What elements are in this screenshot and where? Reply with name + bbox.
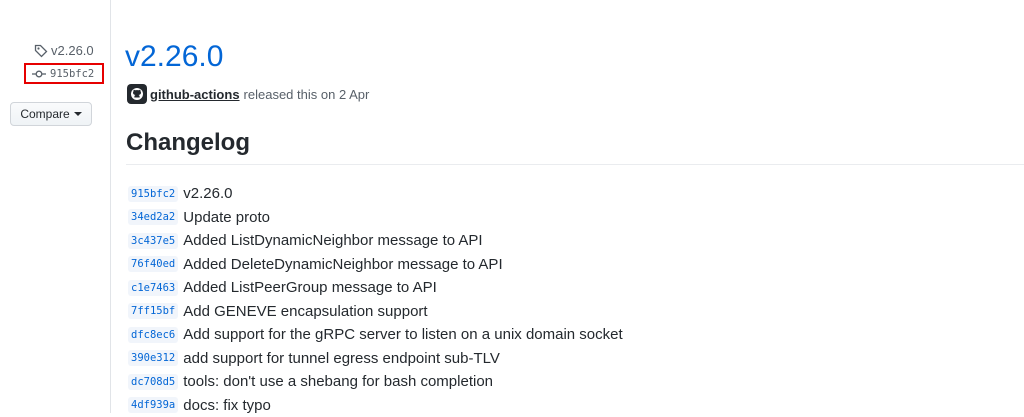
caret-down-icon [74, 112, 82, 116]
heading-rule [126, 164, 1024, 165]
compare-label: Compare [20, 107, 69, 121]
commit-sha-link[interactable]: dc708d5 [128, 374, 178, 390]
compare-button[interactable]: Compare [10, 102, 92, 126]
github-mark-icon [130, 87, 144, 101]
commit-message: Add GENEVE encapsulation support [183, 303, 427, 320]
tag-link[interactable]: v2.26.0 [34, 43, 94, 58]
list-item: 3c437e5 Added ListDynamicNeighbor message… [128, 229, 623, 253]
list-item: 915bfc2 v2.26.0 [128, 182, 623, 206]
commit-sha-link[interactable]: 915bfc2 [128, 186, 178, 202]
commit-message: Added DeleteDynamicNeighbor message to A… [183, 256, 502, 273]
list-item: 76f40ed Added DeleteDynamicNeighbor messa… [128, 253, 623, 277]
commit-sha-link[interactable]: c1e7463 [128, 280, 178, 296]
tag-icon [34, 44, 48, 58]
commit-message: v2.26.0 [183, 185, 232, 202]
release-sidebar: v2.26.0 915bfc2 Compare [0, 0, 110, 413]
avatar[interactable] [127, 84, 147, 104]
commit-sha-link[interactable]: 7ff15bf [128, 303, 178, 319]
list-item: 4df939a docs: fix typo [128, 394, 623, 417]
commit-list: 915bfc2 v2.26.0 34ed2a2 Update proto 3c437… [128, 182, 623, 417]
commit-sha-link[interactable]: 4df939a [128, 397, 178, 413]
list-item: 34ed2a2 Update proto [128, 206, 623, 230]
changelog-heading: Changelog [126, 128, 250, 158]
list-item: dc708d5 tools: don't use a shebang for ba… [128, 370, 623, 394]
commit-sha-link[interactable]: 390e312 [128, 350, 178, 366]
commit-message: Added ListDynamicNeighbor message to API [183, 232, 482, 249]
release-date-text: released this on 2 Apr [244, 87, 370, 102]
commit-message: Add support for the gRPC server to liste… [183, 326, 622, 343]
list-item: c1e7463 Added ListPeerGroup message to AP… [128, 276, 623, 300]
sidebar-divider [110, 0, 111, 413]
commit-sha-link[interactable]: dfc8ec6 [128, 327, 178, 343]
commit-sha-link[interactable]: 76f40ed [128, 256, 178, 272]
tag-label: v2.26.0 [51, 43, 94, 58]
author-link[interactable]: github-actions [150, 87, 240, 102]
commit-sha-link[interactable]: 3c437e5 [128, 233, 178, 249]
list-item: 390e312 add support for tunnel egress end… [128, 347, 623, 371]
release-meta: github-actions released this on 2 Apr [127, 84, 369, 104]
release-title[interactable]: v2.26.0 [125, 38, 223, 76]
git-commit-icon [32, 70, 46, 78]
commit-message: add support for tunnel egress endpoint s… [183, 350, 500, 367]
commit-message: Added ListPeerGroup message to API [183, 279, 436, 296]
list-item: 7ff15bf Add GENEVE encapsulation support [128, 300, 623, 324]
commit-sha-link[interactable]: 34ed2a2 [128, 209, 178, 225]
commit-sha: 915bfc2 [50, 68, 94, 80]
commit-link[interactable]: 915bfc2 [24, 63, 104, 84]
list-item: dfc8ec6 Add support for the gRPC server t… [128, 323, 623, 347]
commit-message: Update proto [183, 209, 270, 226]
commit-message: docs: fix typo [183, 397, 271, 414]
commit-message: tools: don't use a shebang for bash comp… [183, 373, 493, 390]
